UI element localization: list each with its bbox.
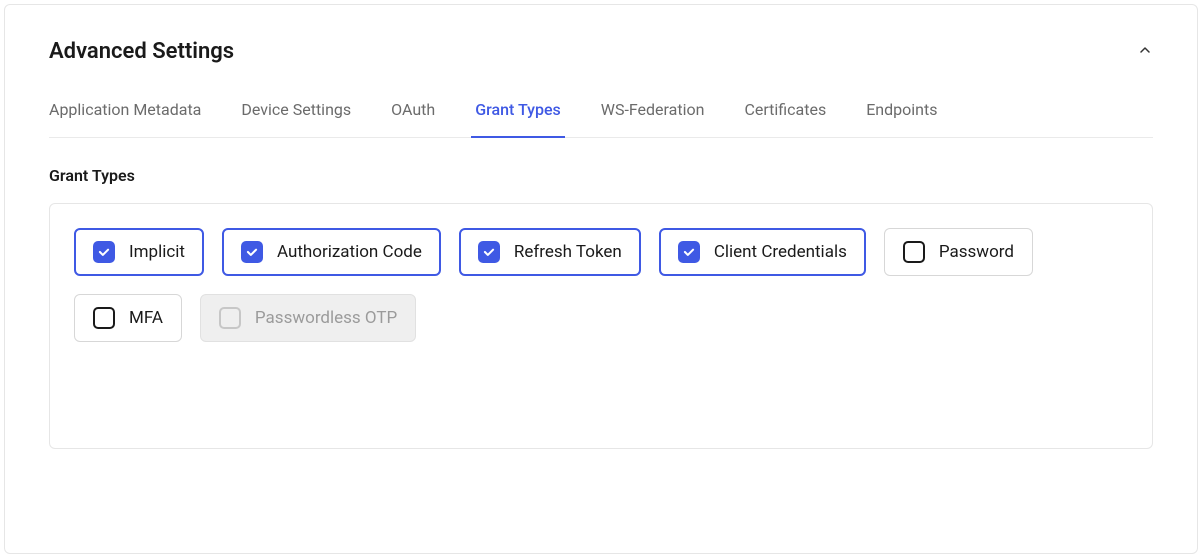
checkbox-unchecked-icon	[903, 241, 925, 263]
tab-certificates[interactable]: Certificates	[744, 100, 826, 137]
checkbox-checked-icon	[93, 241, 115, 263]
grant-type-label: Authorization Code	[277, 242, 422, 262]
grant-type-label: Implicit	[129, 242, 185, 262]
grant-type-label: MFA	[129, 308, 163, 328]
grant-type-client-credentials[interactable]: Client Credentials	[659, 228, 866, 276]
grant-type-passwordless-otp: Passwordless OTP	[200, 294, 416, 342]
collapse-toggle[interactable]	[1137, 42, 1153, 62]
tab-device-settings[interactable]: Device Settings	[241, 100, 351, 137]
checkbox-disabled-icon	[219, 307, 241, 329]
section-label: Grant Types	[49, 166, 1153, 185]
grant-type-password[interactable]: Password	[884, 228, 1033, 276]
grant-types-options: Implicit Authorization Code Refresh Toke…	[49, 203, 1153, 449]
checkbox-checked-icon	[678, 241, 700, 263]
tab-oauth[interactable]: OAuth	[391, 100, 435, 137]
grant-type-label: Password	[939, 242, 1014, 262]
advanced-settings-card: Advanced Settings Application Metadata D…	[4, 4, 1198, 554]
grant-type-label: Passwordless OTP	[255, 308, 397, 328]
checkbox-unchecked-icon	[93, 307, 115, 329]
tab-endpoints[interactable]: Endpoints	[866, 100, 937, 137]
section-header: Advanced Settings	[49, 39, 1153, 64]
grant-type-implicit[interactable]: Implicit	[74, 228, 204, 276]
grant-type-mfa[interactable]: MFA	[74, 294, 182, 342]
grant-type-label: Refresh Token	[514, 242, 622, 262]
grant-type-authorization-code[interactable]: Authorization Code	[222, 228, 441, 276]
tabs-nav: Application Metadata Device Settings OAu…	[49, 100, 1153, 138]
checkbox-checked-icon	[478, 241, 500, 263]
tab-ws-federation[interactable]: WS-Federation	[601, 100, 705, 137]
grant-type-refresh-token[interactable]: Refresh Token	[459, 228, 641, 276]
page-title: Advanced Settings	[49, 39, 234, 64]
chevron-up-icon	[1137, 42, 1153, 58]
tab-grant-types[interactable]: Grant Types	[475, 100, 561, 137]
grant-type-label: Client Credentials	[714, 242, 847, 262]
tab-application-metadata[interactable]: Application Metadata	[49, 100, 201, 137]
checkbox-checked-icon	[241, 241, 263, 263]
